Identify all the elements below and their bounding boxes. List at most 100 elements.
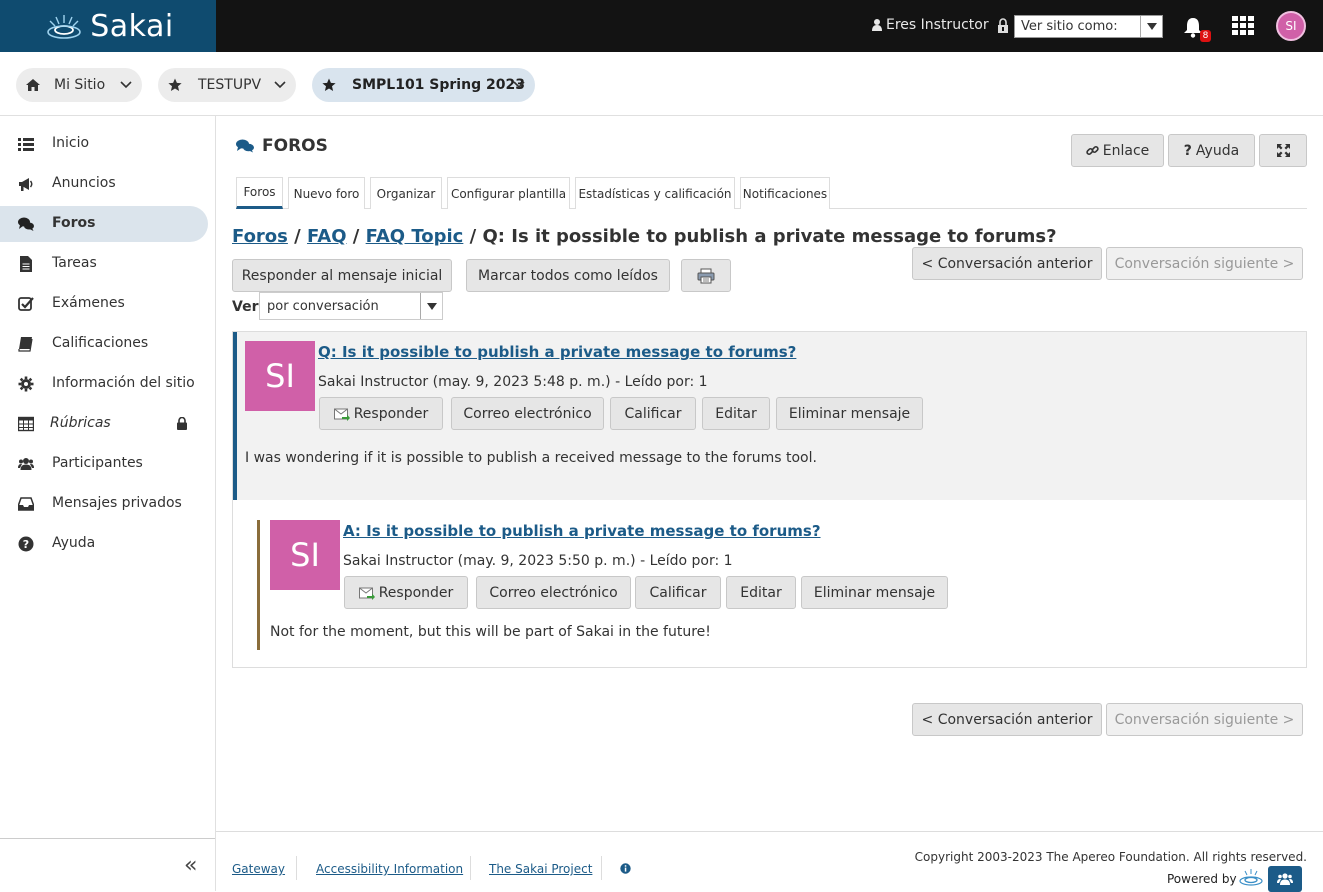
question-icon: ? bbox=[1183, 142, 1192, 159]
footer-link-accessibility[interactable]: Accessibility Information bbox=[316, 862, 463, 876]
message-title-link[interactable]: A: Is it possible to publish a private m… bbox=[343, 522, 821, 540]
tab-nuevo-foro[interactable]: Nuevo foro bbox=[288, 177, 365, 209]
link-button[interactable]: Enlace bbox=[1071, 134, 1164, 167]
collapse-double-chevron-icon: « bbox=[184, 853, 198, 878]
tab-configurar-plantilla[interactable]: Configurar plantilla bbox=[447, 177, 570, 209]
print-button[interactable] bbox=[681, 259, 731, 292]
next-conversation-button-bottom: Conversación siguiente > bbox=[1106, 703, 1303, 736]
site-tab-label: SMPL101 Spring 2023 bbox=[352, 77, 525, 93]
tool-title: FOROS bbox=[236, 136, 328, 156]
users-icon bbox=[1277, 873, 1293, 885]
help-button[interactable]: ? Ayuda bbox=[1168, 134, 1255, 167]
breadcrumb-separator: / bbox=[469, 226, 477, 247]
breadcrumb-forums-link[interactable]: Foros bbox=[232, 226, 288, 247]
comments-icon bbox=[236, 139, 254, 153]
link-button-label: Enlace bbox=[1102, 142, 1150, 159]
email-button[interactable]: Correo electrónico bbox=[451, 397, 604, 430]
sidebar-item-label: Información del sitio bbox=[52, 375, 195, 391]
site-tab-testupv[interactable]: TESTUPV bbox=[158, 68, 296, 102]
main-content: FOROS Enlace ? Ayuda Foros Nuevo foro Or… bbox=[216, 116, 1323, 831]
email-button[interactable]: Correo electrónico bbox=[476, 576, 631, 609]
users-icon bbox=[18, 458, 34, 470]
role-label: Eres Instructor bbox=[886, 17, 989, 33]
tab-notificaciones[interactable]: Notificaciones bbox=[740, 177, 830, 209]
sidebar-item-tareas[interactable]: Tareas bbox=[0, 246, 208, 282]
top-header: Sakai Eres Instructor Ver sitio como: 8 … bbox=[0, 0, 1323, 52]
sidebar-item-informacion-sitio[interactable]: Información del sitio bbox=[0, 366, 208, 402]
reply-button[interactable]: Responder bbox=[319, 397, 443, 430]
edit-button[interactable]: Editar bbox=[702, 397, 770, 430]
sidebar-item-label: Foros bbox=[52, 215, 96, 231]
message-meta: Sakai Instructor (may. 9, 2023 5:48 p. m… bbox=[318, 374, 708, 390]
sidebar-item-label: Tareas bbox=[52, 255, 97, 271]
list-icon bbox=[18, 138, 34, 151]
reply-initial-button[interactable]: Responder al mensaje inicial bbox=[232, 259, 452, 292]
mark-all-read-button[interactable]: Marcar todos como leídos bbox=[466, 259, 670, 292]
sidebar-item-inicio[interactable]: Inicio bbox=[0, 126, 208, 162]
breadcrumb-faq-link[interactable]: FAQ bbox=[307, 226, 346, 247]
lock-icon bbox=[998, 18, 1008, 33]
view-label: Ver bbox=[232, 299, 259, 315]
sidebar-item-label: Inicio bbox=[52, 135, 90, 151]
prev-conversation-button[interactable]: < Conversación anterior bbox=[912, 247, 1102, 280]
message-author: Sakai Instructor bbox=[343, 553, 454, 569]
footer-link-sakai-project[interactable]: The Sakai Project bbox=[489, 862, 592, 876]
tab-foros[interactable]: Foros bbox=[236, 177, 283, 209]
chevron-down-icon[interactable] bbox=[513, 79, 525, 91]
collapse-sidebar-button[interactable]: « bbox=[0, 838, 215, 891]
message-thread: SI Q: Is it possible to publish a privat… bbox=[232, 331, 1307, 668]
question-circle-icon: ? bbox=[18, 536, 34, 552]
grade-button[interactable]: Calificar bbox=[635, 576, 721, 609]
sidebar-item-rubricas[interactable]: Rúbricas bbox=[0, 406, 208, 442]
roster-fab-button[interactable] bbox=[1268, 866, 1302, 892]
breadcrumb-topic-link[interactable]: FAQ Topic bbox=[366, 226, 464, 247]
footer-link-gateway[interactable]: Gateway bbox=[232, 862, 285, 876]
reply-icon bbox=[333, 408, 350, 421]
sidebar-item-examenes[interactable]: Exámenes bbox=[0, 286, 208, 322]
chevron-down-icon bbox=[420, 293, 442, 319]
prev-conversation-button-bottom[interactable]: < Conversación anterior bbox=[912, 703, 1102, 736]
star-icon bbox=[322, 78, 336, 91]
reply-button[interactable]: Responder bbox=[344, 576, 468, 609]
sidebar-item-mensajes-privados[interactable]: Mensajes privados bbox=[0, 486, 208, 522]
expand-icon bbox=[1276, 144, 1290, 157]
chevron-down-icon[interactable] bbox=[120, 79, 132, 91]
view-site-as-select[interactable]: Ver sitio como: bbox=[1014, 15, 1163, 38]
inbox-icon bbox=[18, 497, 34, 511]
message-title-link[interactable]: Q: Is it possible to publish a private m… bbox=[318, 343, 796, 361]
sidebar-item-label: Rúbricas bbox=[50, 415, 111, 431]
info-icon[interactable] bbox=[620, 863, 631, 874]
sidebar-item-label: Participantes bbox=[52, 455, 143, 471]
tab-estadisticas[interactable]: Estadísticas y calificación bbox=[575, 177, 735, 209]
megaphone-icon bbox=[19, 178, 33, 191]
copyright-text: Copyright 2003-2023 The Apereo Foundatio… bbox=[914, 850, 1307, 864]
view-mode-select[interactable]: por conversación bbox=[259, 292, 443, 320]
powered-by-text: Powered by bbox=[1167, 872, 1237, 886]
site-tab-label: TESTUPV bbox=[198, 77, 262, 93]
sidebar-item-foros[interactable]: Foros bbox=[0, 206, 208, 242]
lock-icon bbox=[177, 417, 187, 430]
sidebar-item-calificaciones[interactable]: Calificaciones bbox=[0, 326, 208, 362]
delete-message-button[interactable]: Eliminar mensaje bbox=[801, 576, 948, 609]
sidebar-item-ayuda[interactable]: ? Ayuda bbox=[0, 526, 208, 562]
message-item: SI Q: Is it possible to publish a privat… bbox=[233, 332, 1306, 500]
fullscreen-button[interactable] bbox=[1259, 134, 1307, 167]
sidebar-item-anuncios[interactable]: Anuncios bbox=[0, 166, 208, 202]
site-tab-smpl101[interactable]: SMPL101 Spring 2023 bbox=[312, 68, 535, 102]
site-tab-mi-sitio[interactable]: Mi Sitio bbox=[16, 68, 142, 102]
edit-button[interactable]: Editar bbox=[726, 576, 796, 609]
tab-organizar[interactable]: Organizar bbox=[370, 177, 442, 209]
breadcrumb-current: Q: Is it possible to publish a private m… bbox=[482, 226, 1057, 247]
comments-icon bbox=[18, 217, 34, 231]
chevron-down-icon bbox=[1140, 16, 1162, 37]
message-author: Sakai Instructor bbox=[318, 374, 429, 390]
sidebar-item-participantes[interactable]: Participantes bbox=[0, 446, 208, 482]
sakai-logo-icon bbox=[47, 15, 82, 39]
apps-grid-icon[interactable] bbox=[1232, 16, 1254, 36]
delete-message-button[interactable]: Eliminar mensaje bbox=[776, 397, 923, 430]
sakai-logo[interactable]: Sakai bbox=[0, 0, 216, 52]
grade-button[interactable]: Calificar bbox=[610, 397, 696, 430]
chevron-down-icon[interactable] bbox=[274, 79, 286, 91]
user-avatar[interactable]: SI bbox=[1276, 11, 1306, 41]
link-icon bbox=[1086, 145, 1099, 156]
